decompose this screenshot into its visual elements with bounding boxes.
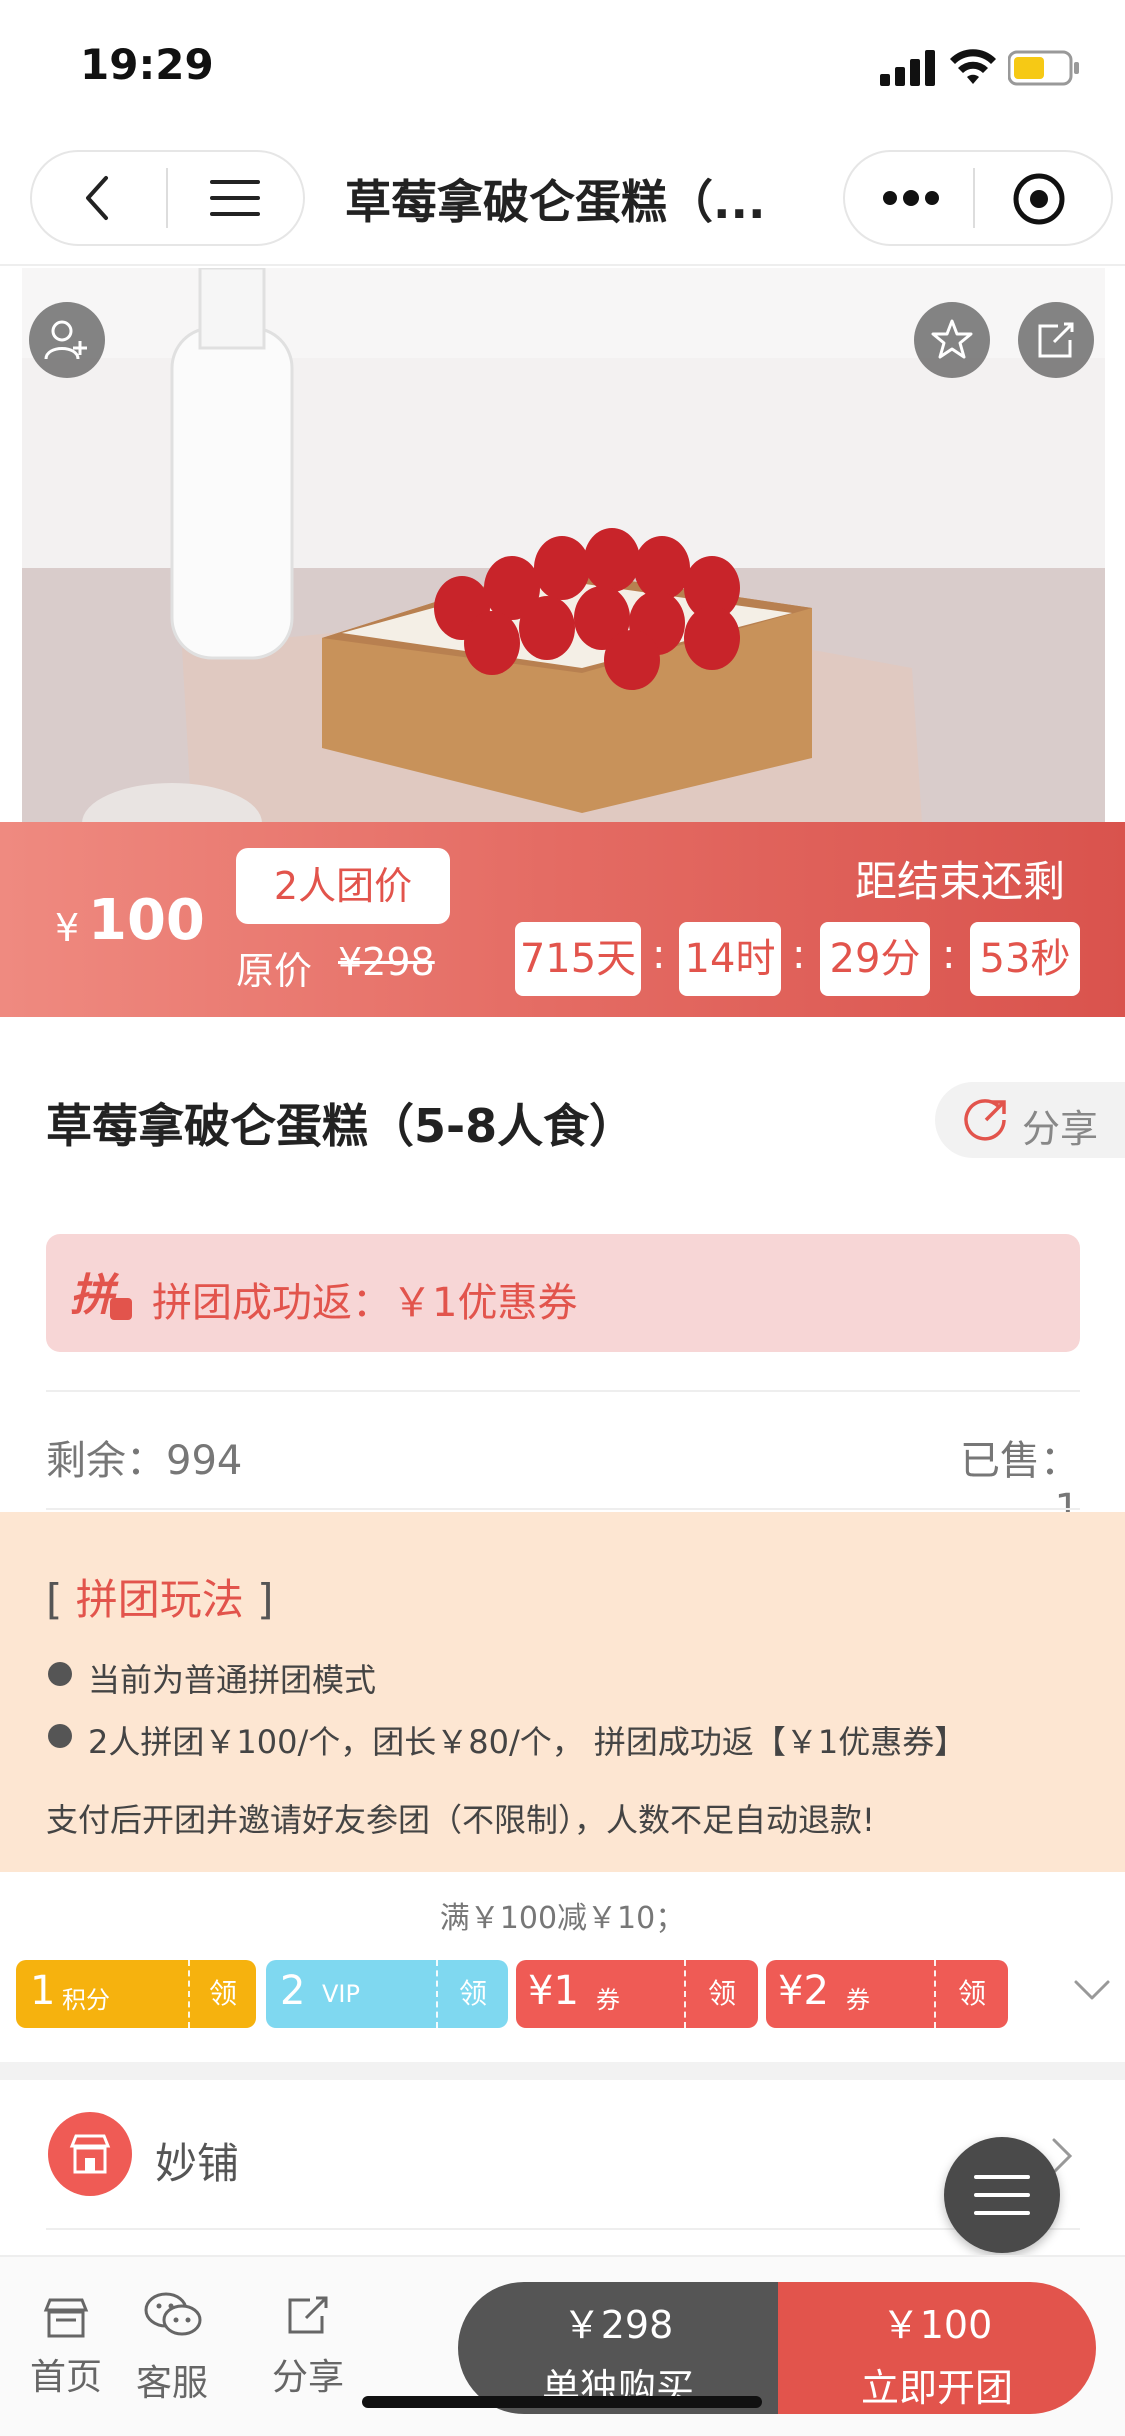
coupon-2[interactable]: ¥2 券 领 [766,1960,1008,2028]
coupon-points[interactable]: 1 积分 领 [16,1960,256,2028]
product-title: 草莓拿破仑蛋糕（5-8人食） [46,1099,636,1153]
rule-line-1: 当前为普通拼团模式 [88,1661,377,1699]
coupon-label: 积分 [62,1986,110,2014]
stock-remaining: 剩余：994 [46,1438,243,1484]
coupon-get-button[interactable]: 领 [188,1960,256,2028]
user-add-icon [44,320,87,360]
chevron-left-icon[interactable] [82,174,112,222]
group-price-tag: 2人团价 [236,848,450,924]
store-icon [69,2134,111,2174]
start-group-label: 立即开团 [860,2366,1013,2410]
countdown-separator: : [942,932,956,978]
tab-service[interactable]: 客服 [132,2354,212,2406]
countdown-days: 715天 [515,922,641,996]
group-rules-title: [ 拼团玩法 ] [46,1566,274,1627]
group-price: 100 [88,888,205,953]
group-buy-icon: 拼 [70,1270,132,1321]
chat-icon[interactable] [144,2290,202,2340]
shop-name[interactable]: 妙铺 [155,2130,239,2191]
divider [46,1390,1080,1392]
nav-divider [166,168,168,228]
chevron-down-icon[interactable] [1070,1968,1114,2012]
page-title: 草莓拿破仑蛋糕（... [345,175,766,229]
nav-divider-line [0,264,1125,266]
price-currency: ¥ [55,906,80,950]
status-time: 19:29 [80,40,214,89]
rule-line-2: 2人拼团￥100/个，团长￥80/个， 拼团成功返【￥1优惠券】 [88,1723,967,1761]
rule-line-3: 支付后开团并邀请好友参团（不限制），人数不足自动退款! [46,1801,875,1839]
more-dots-icon[interactable] [882,188,940,208]
share-icon[interactable] [284,2292,332,2338]
share-icon [964,1099,1006,1141]
battery-icon [1008,50,1079,86]
nav-divider-right [973,168,975,228]
menu-icon [974,2175,1030,2215]
coupon-label: 券 [846,1986,870,2014]
coupon-get-button[interactable]: 领 [684,1960,758,2028]
promo-text: 满￥100减￥10； [439,1901,686,1936]
star-icon [931,319,973,359]
cellular-signal-icon [880,50,935,86]
countdown-separator: : [792,932,806,978]
target-icon[interactable] [1012,172,1066,226]
coupon-vip[interactable]: 2 VIP 领 [266,1960,508,2028]
coupon-amount: ¥2 [778,1968,829,2014]
bracket-open: [ [46,1575,76,1624]
countdown-label: 距结束还剩 [855,857,1066,906]
coupon-amount: 1 [30,1968,56,2014]
bracket-close: ] [243,1575,274,1624]
bullet [48,1662,72,1686]
countdown-separator: : [652,932,666,978]
rebate-text: 拼团成功返：￥1优惠券 [152,1280,578,1326]
section-gap [0,2062,1125,2080]
tab-share[interactable]: 分享 [268,2348,348,2400]
rules-title-text: 拼团玩法 [75,1575,244,1624]
coupon-get-button[interactable]: 领 [436,1960,508,2028]
coupon-label: VIP [322,1980,360,2008]
countdown-seconds: 53秒 [970,922,1080,996]
original-price-label: 原价 [236,949,313,993]
divider [46,2228,1080,2230]
tab-home[interactable]: 首页 [26,2348,106,2400]
buy-alone-price: ￥298 [562,2303,674,2347]
countdown-hours: 14时 [679,922,781,996]
coupon-get-button[interactable]: 领 [934,1960,1008,2028]
coupon-label: 券 [596,1986,620,2014]
start-group-price: ￥100 [881,2303,993,2347]
home-indicator [362,2396,762,2408]
buy-alone-button[interactable]: ￥298 单独购买 [458,2282,778,2414]
wifi-icon [950,49,996,84]
share-icon [1038,322,1074,358]
original-price: ¥298 [338,940,435,984]
bullet [48,1724,72,1748]
coupon-amount: ¥1 [528,1968,579,2014]
countdown-minutes: 29分 [820,922,930,996]
coupon-1[interactable]: ¥1 券 领 [516,1960,758,2028]
start-group-button[interactable]: ￥100 立即开团 [778,2282,1096,2414]
coupon-amount: 2 [280,1968,306,2014]
store-icon[interactable] [42,2296,90,2340]
share-label: 分享 [1022,1107,1099,1151]
hamburger-icon[interactable] [210,178,260,218]
divider [46,1508,1080,1510]
